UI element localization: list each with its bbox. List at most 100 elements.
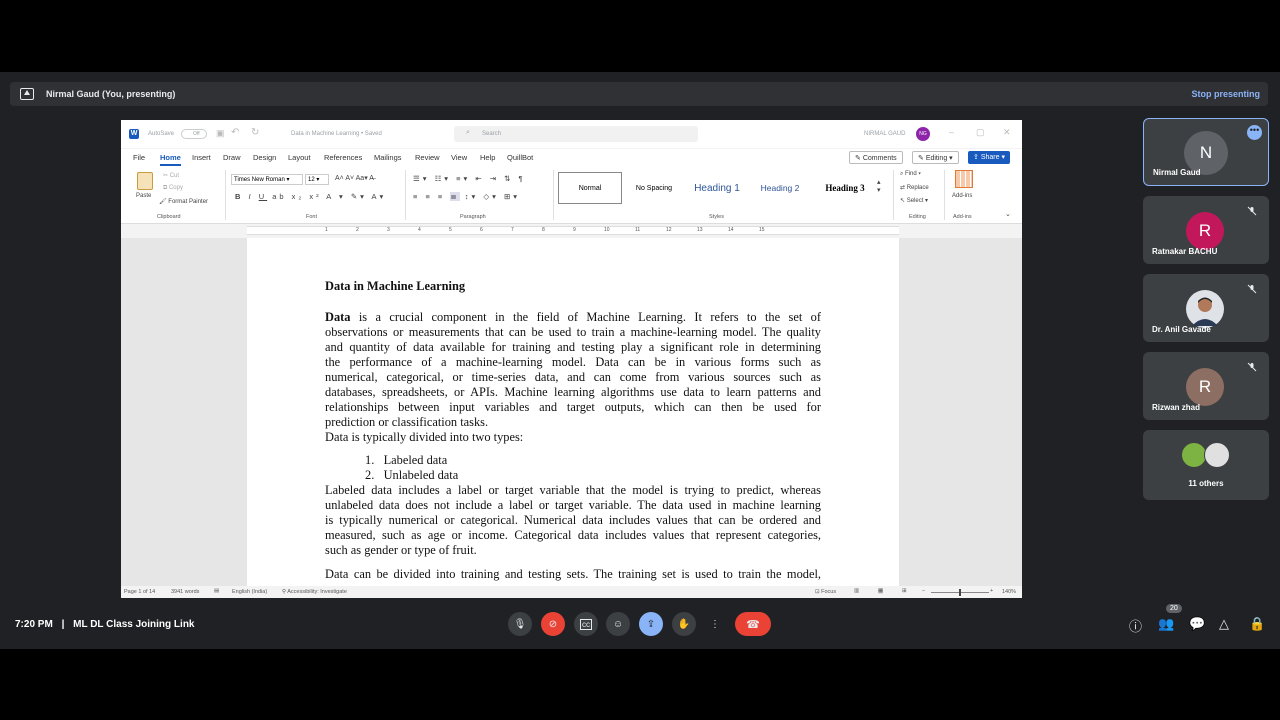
camera-button[interactable]: ⊘ xyxy=(541,612,565,636)
autosave-toggle[interactable]: Off xyxy=(181,129,207,139)
participant-name: Nirmal Gaud xyxy=(1153,168,1201,177)
present-icon: ⇪ xyxy=(646,618,656,630)
zoom-level[interactable]: 140% xyxy=(1002,589,1016,595)
styles-more-icon[interactable]: ▴ ▾ xyxy=(877,178,881,194)
tab-review[interactable]: Review xyxy=(415,153,440,162)
reactions-button[interactable]: ☺ xyxy=(606,612,630,636)
meeting-details-icon[interactable]: ⓘ xyxy=(1129,616,1142,635)
zoom-out-button[interactable]: − xyxy=(922,588,925,594)
undo-icon[interactable]: ↶ xyxy=(231,127,239,138)
presenting-text: Nirmal Gaud (You, presenting) xyxy=(46,89,176,99)
document-page[interactable]: Data in Machine Learning Data is a cruci… xyxy=(247,238,899,586)
paragraph-group-label: Paragraph xyxy=(460,214,486,220)
tab-design[interactable]: Design xyxy=(253,153,276,162)
alignment-buttons[interactable]: ≡ ≡ ≡ ≣ ↕▾ ◇▾ ⊞▾ xyxy=(413,192,520,201)
tab-draw[interactable]: Draw xyxy=(223,153,241,162)
select-button[interactable]: ↖ Select ▾ xyxy=(900,197,928,204)
clock: 7:20 PM xyxy=(15,619,53,630)
find-button[interactable]: ⌕ Find ▾ xyxy=(900,171,921,178)
ribbon-divider xyxy=(553,170,554,220)
minimize-icon[interactable]: – xyxy=(949,127,954,137)
web-layout-icon[interactable]: ⊞ xyxy=(902,588,907,594)
activities-icon[interactable]: △ xyxy=(1219,616,1229,632)
font-name-select[interactable]: Times New Roman ▾ xyxy=(231,174,303,185)
captions-button[interactable]: cc xyxy=(574,612,598,636)
participant-tile[interactable]: R Ratnakar BACHU xyxy=(1143,196,1269,264)
zoom-slider-handle[interactable] xyxy=(959,589,961,596)
collapse-ribbon-icon[interactable]: ⌄ xyxy=(1005,210,1011,218)
participant-tile-self[interactable]: N ••• Nirmal Gaud xyxy=(1143,118,1269,186)
tab-quillbot[interactable]: QuillBot xyxy=(507,153,533,162)
more-options-button[interactable]: ⋮ xyxy=(703,612,727,636)
mic-icon: 🎙 xyxy=(513,618,527,630)
print-layout-icon[interactable]: ▦ xyxy=(878,588,884,594)
style-heading-3[interactable]: Heading 3 xyxy=(813,172,877,204)
raise-hand-button[interactable]: ✋ xyxy=(672,612,696,636)
tab-file[interactable]: File xyxy=(133,153,145,162)
ruler-number: 12 xyxy=(666,227,672,233)
read-mode-icon[interactable]: ▥ xyxy=(854,588,859,594)
types-intro: Data is typically divided into two types… xyxy=(325,430,524,444)
leave-call-button[interactable]: ☎ xyxy=(735,612,771,636)
present-button[interactable]: ⇪ xyxy=(639,612,663,636)
ruler-ticks: 1 2 3 4 5 6 7 8 9 10 11 12 13 14 15 xyxy=(121,226,1022,236)
proofing-icon[interactable]: ▤ xyxy=(214,588,219,594)
microphone-button[interactable]: 🎙 xyxy=(508,612,532,636)
chat-icon[interactable]: 💬 xyxy=(1189,616,1205,632)
editing-mode-button[interactable]: ✎ Editing ▾ xyxy=(912,151,959,164)
font-format-buttons[interactable]: B I U ab x₂ x² A ▾ ✎▾ A▾ xyxy=(235,192,386,201)
participant-tile[interactable]: Dr. Anil Gavade xyxy=(1143,274,1269,342)
participant-tile[interactable]: R Rizwan zhad xyxy=(1143,352,1269,420)
stop-presenting-button[interactable]: Stop presenting xyxy=(1191,89,1260,99)
comments-button[interactable]: ✎ Comments xyxy=(849,151,903,164)
share-button[interactable]: ⇪ Share ▾ xyxy=(968,151,1010,164)
maximize-icon[interactable]: ▢ xyxy=(976,127,985,138)
replace-button[interactable]: ⇄ Replace xyxy=(900,184,929,191)
mic-off-icon xyxy=(1247,362,1257,372)
style-normal[interactable]: Normal xyxy=(558,172,622,204)
format-painter-button[interactable]: 🖌 Format Painter xyxy=(159,198,208,205)
tab-insert[interactable]: Insert xyxy=(192,153,211,162)
tab-help[interactable]: Help xyxy=(480,153,495,162)
paste-icon[interactable] xyxy=(137,172,153,190)
close-icon[interactable]: ✕ xyxy=(1003,127,1011,138)
list-item: 1. Labeled data xyxy=(365,453,448,467)
add-ins-icon[interactable] xyxy=(955,170,973,188)
zoom-slider[interactable] xyxy=(931,589,989,596)
copy-button[interactable]: ⧉ Copy xyxy=(163,185,183,192)
add-ins-button[interactable]: Add-ins xyxy=(952,193,972,199)
word-count[interactable]: 3941 words xyxy=(171,589,199,595)
ribbon-divider xyxy=(405,170,406,220)
cut-button[interactable]: ✂ Cut xyxy=(163,172,179,179)
meet-window: Nirmal Gaud (You, presenting) Stop prese… xyxy=(0,72,1280,649)
word-logo-icon: W xyxy=(129,129,139,139)
paste-label[interactable]: Paste xyxy=(136,193,151,199)
host-controls-icon[interactable]: 🔒 xyxy=(1249,616,1265,632)
tab-mailings[interactable]: Mailings xyxy=(374,153,402,162)
mic-off-icon xyxy=(1247,284,1257,294)
others-tile[interactable]: 11 others xyxy=(1143,430,1269,500)
page-count[interactable]: Page 1 of 14 xyxy=(124,589,155,595)
types-list: 1. Labeled data 2. Unlabeled data xyxy=(365,453,458,483)
style-no-spacing[interactable]: No Spacing xyxy=(625,172,683,204)
search-box[interactable]: ⌕ Search xyxy=(454,126,698,142)
tab-view[interactable]: View xyxy=(451,153,467,162)
redo-icon[interactable]: ↻ xyxy=(251,127,259,138)
font-size-select[interactable]: 12 ▾ xyxy=(305,174,329,185)
tab-home[interactable]: Home xyxy=(160,153,181,166)
participant-name: Ratnakar BACHU xyxy=(1152,247,1218,256)
people-icon[interactable]: 👥 xyxy=(1158,616,1174,632)
user-avatar[interactable]: NG xyxy=(916,127,930,141)
list-buttons[interactable]: ☰▾ ☷▾ ≡▾ ⇤ ⇥ ⇅ ¶ xyxy=(413,174,526,183)
language-status[interactable]: English (India) xyxy=(232,589,267,595)
save-icon[interactable]: ▣ xyxy=(216,128,225,139)
style-heading-2[interactable]: Heading 2 xyxy=(751,172,809,204)
accessibility-status[interactable]: ⚲ Accessibility: Investigate xyxy=(282,589,347,595)
focus-button[interactable]: ⊡ Focus xyxy=(815,589,836,595)
zoom-in-button[interactable]: + xyxy=(990,588,993,594)
font-grow-icon[interactable]: A˄ A˅ Aa▾ A̶ xyxy=(335,174,374,182)
tab-references[interactable]: References xyxy=(324,153,362,162)
style-heading-1[interactable]: Heading 1 xyxy=(686,172,748,204)
more-options-icon[interactable]: ••• xyxy=(1247,125,1262,140)
tab-layout[interactable]: Layout xyxy=(288,153,311,162)
